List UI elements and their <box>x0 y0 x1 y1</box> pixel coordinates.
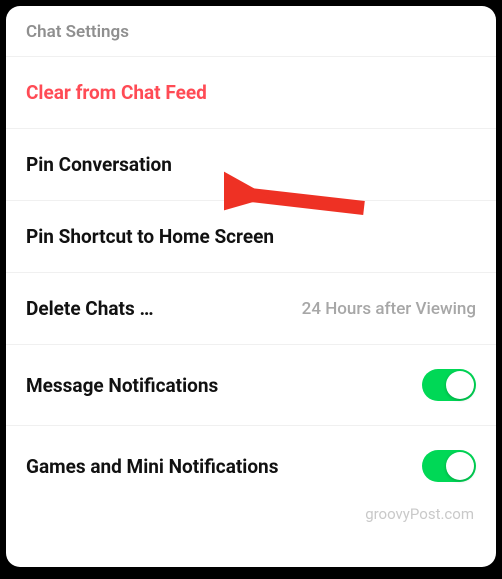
games-mini-notifications-label: Games and Mini Notifications <box>26 455 278 478</box>
pin-conversation-label: Pin Conversation <box>26 153 172 176</box>
message-notifications-toggle[interactable] <box>422 369 476 401</box>
clear-from-chat-feed-label: Clear from Chat Feed <box>26 81 207 104</box>
delete-chats-row[interactable]: Delete Chats … 24 Hours after Viewing <box>6 273 496 345</box>
games-mini-notifications-toggle[interactable] <box>422 450 476 482</box>
pin-shortcut-label: Pin Shortcut to Home Screen <box>26 225 274 248</box>
games-mini-notifications-row: Games and Mini Notifications <box>6 426 496 506</box>
chat-settings-panel: Chat Settings Clear from Chat Feed Pin C… <box>6 6 496 567</box>
toggle-knob <box>446 452 474 480</box>
section-header: Chat Settings <box>6 6 496 57</box>
message-notifications-row: Message Notifications <box>6 345 496 426</box>
message-notifications-label: Message Notifications <box>26 374 218 397</box>
watermark-text: groovyPost.com <box>365 505 474 523</box>
delete-chats-label: Delete Chats … <box>26 297 154 320</box>
clear-from-chat-feed-row[interactable]: Clear from Chat Feed <box>6 57 496 129</box>
pin-shortcut-row[interactable]: Pin Shortcut to Home Screen <box>6 201 496 273</box>
section-title: Chat Settings <box>26 22 129 42</box>
toggle-knob <box>446 371 474 399</box>
delete-chats-value: 24 Hours after Viewing <box>302 299 476 319</box>
pin-conversation-row[interactable]: Pin Conversation <box>6 129 496 201</box>
